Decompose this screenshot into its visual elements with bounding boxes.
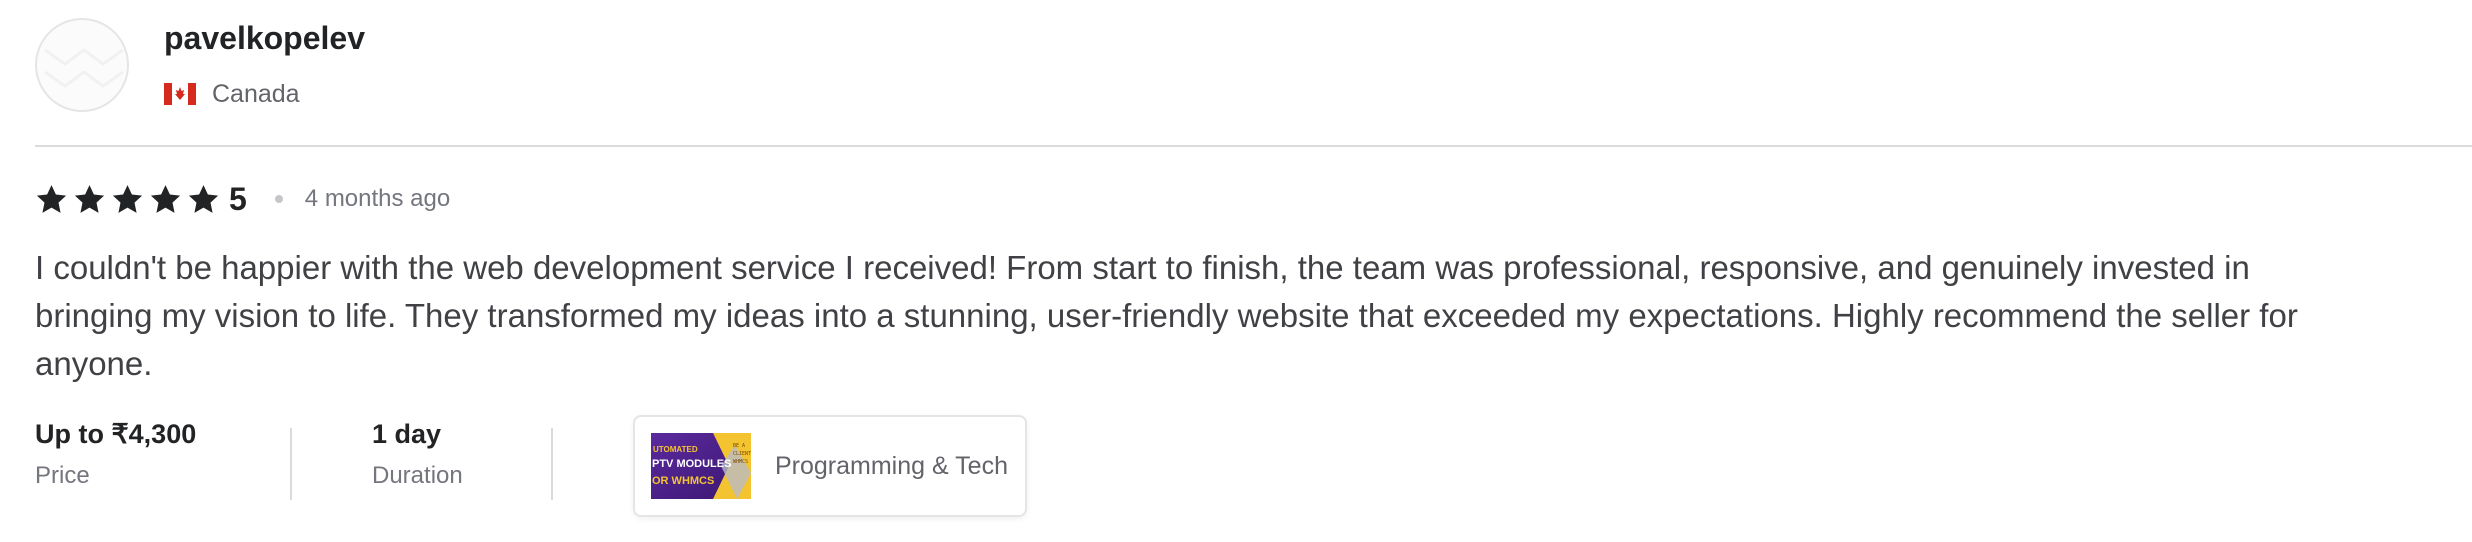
duration-value: 1 day [372, 419, 442, 449]
reviewer-username[interactable]: pavelkopelev [164, 20, 365, 57]
stat-divider [290, 428, 292, 500]
price-label: Price [35, 462, 90, 489]
header-divider [35, 145, 2472, 147]
svg-text:CLIENT: CLIENT [733, 451, 751, 457]
canada-flag-icon [164, 83, 196, 105]
svg-text:BE A: BE A [733, 443, 745, 449]
star-icon [74, 184, 105, 213]
rating-row: 5 4 months ago [35, 180, 450, 218]
duration-label: Duration [372, 462, 463, 489]
gig-thumb-line: OR WHMCS [652, 475, 715, 487]
star-icon [36, 184, 67, 213]
reviewer-country: Canada [164, 78, 300, 110]
gig-thumbnail[interactable]: BE A CLIENT WHMCS UTOMATED PTV MODULES O… [651, 433, 751, 499]
gig-thumb-line: PTV MODULES [652, 458, 732, 470]
svg-text:WHMCS: WHMCS [733, 459, 748, 465]
price-value: Up to ₹4,300 [35, 419, 197, 449]
review-date: 4 months ago [304, 185, 451, 212]
review-text: I couldn't be happier with the web devel… [35, 249, 2298, 382]
gig-thumb-line: UTOMATED [653, 445, 698, 454]
gig-category[interactable]: Programming & Tech [775, 452, 1008, 481]
gig-card[interactable]: BE A CLIENT WHMCS UTOMATED PTV MODULES O… [633, 415, 1027, 517]
star-icon [112, 184, 143, 213]
price-stat: Up to ₹4,300 Price [35, 419, 196, 490]
star-icon [150, 184, 181, 213]
rating-value: 5 [229, 180, 247, 217]
avatar[interactable] [35, 18, 129, 112]
country-name: Canada [212, 79, 300, 108]
star-rating [35, 183, 225, 216]
duration-stat: 1 day Duration [372, 419, 463, 490]
avatar-placeholder-icon [44, 48, 124, 88]
star-icon [188, 184, 219, 213]
stat-divider [551, 428, 553, 500]
separator-dot [274, 195, 283, 203]
